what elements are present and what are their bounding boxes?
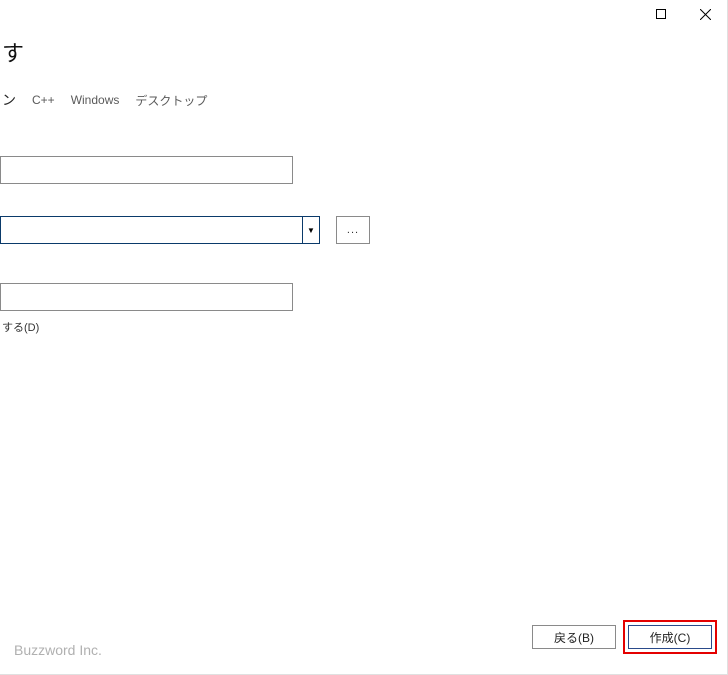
back-button-label: 戻る(B) bbox=[554, 629, 594, 646]
page-title: す bbox=[0, 36, 24, 68]
tag-desktop: デスクトップ bbox=[135, 92, 207, 109]
same-directory-option-label[interactable]: する(D) bbox=[0, 319, 39, 335]
close-icon bbox=[700, 9, 711, 20]
solution-name-input[interactable] bbox=[0, 283, 293, 311]
create-button[interactable]: 作成(C) bbox=[628, 625, 712, 649]
tag-partial: ン bbox=[2, 90, 16, 110]
maximize-icon bbox=[656, 9, 666, 19]
browse-button[interactable]: ... bbox=[336, 216, 370, 244]
location-dropdown-button[interactable]: ▼ bbox=[302, 216, 320, 244]
tag-windows: Windows bbox=[71, 93, 120, 107]
close-button[interactable] bbox=[683, 0, 727, 28]
project-tags: ン C++ Windows デスクトップ bbox=[0, 90, 207, 110]
browse-label: ... bbox=[347, 224, 359, 236]
location-input[interactable] bbox=[0, 216, 302, 244]
create-button-label: 作成(C) bbox=[650, 629, 691, 646]
chevron-down-icon: ▼ bbox=[307, 226, 315, 235]
back-button[interactable]: 戻る(B) bbox=[532, 625, 616, 649]
watermark-text: Buzzword Inc. bbox=[14, 642, 102, 658]
tag-cpp: C++ bbox=[32, 93, 55, 107]
project-name-input[interactable] bbox=[0, 156, 293, 184]
maximize-button[interactable] bbox=[639, 0, 683, 28]
